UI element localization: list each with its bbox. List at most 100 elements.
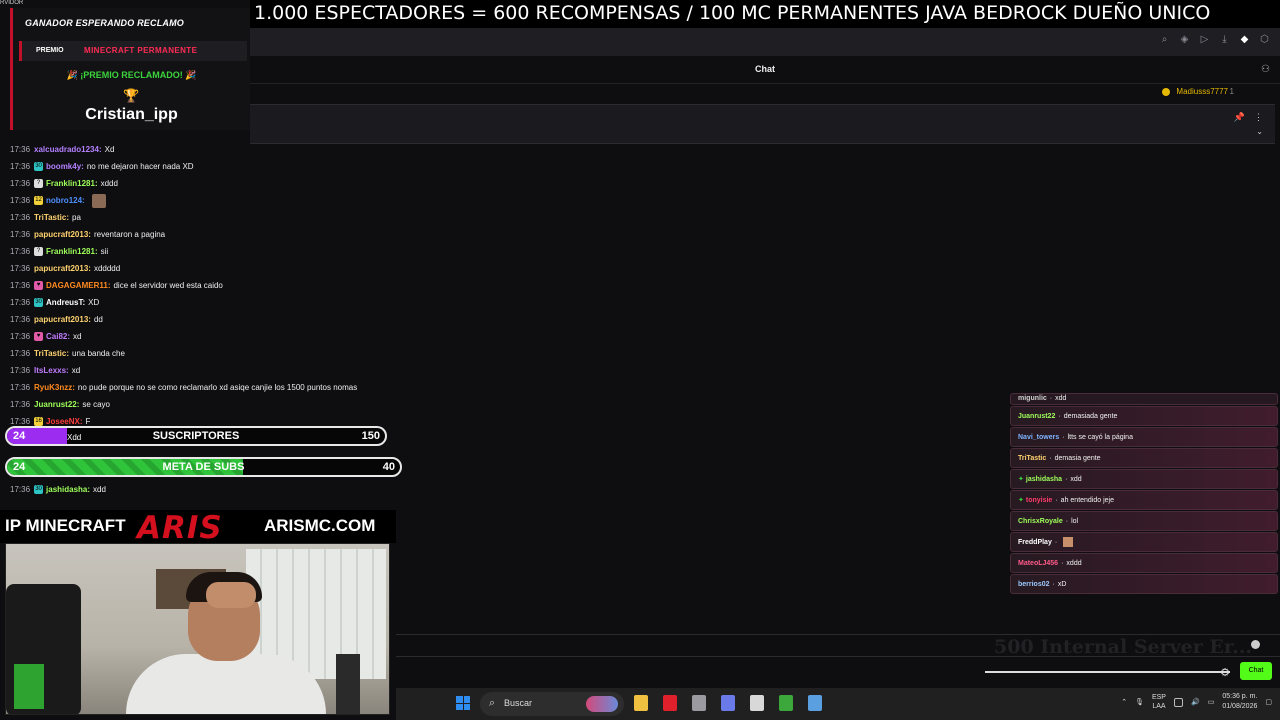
- message-text: xd: [73, 331, 82, 341]
- ip-label: IP MINECRAFT: [5, 516, 126, 535]
- separator: ·: [1055, 497, 1058, 504]
- message-username[interactable]: TriTastic:: [34, 212, 69, 224]
- message-username[interactable]: papucraft2013:: [34, 229, 91, 241]
- play-icon[interactable]: ▷: [1199, 34, 1210, 45]
- chat-message: 17:36 30 jashidasha: xdd: [10, 481, 410, 498]
- chat-send-button[interactable]: Chat: [1240, 662, 1272, 680]
- toolbar-icons: ⌕ ◈ ▷ ⤓ ◆ ⬡: [1159, 34, 1270, 45]
- cube-icon[interactable]: ⬡: [1259, 34, 1270, 45]
- extension-icon[interactable]: ◆: [1239, 34, 1250, 45]
- message-username[interactable]: xalcuadrado1234:: [34, 144, 102, 156]
- clock-date: 01/08/2026: [1222, 703, 1258, 710]
- chevron-down-icon[interactable]: ⌄: [1256, 127, 1263, 136]
- message-username[interactable]: Cai82:: [46, 331, 70, 343]
- chevron-up-icon[interactable]: ⌃: [1121, 698, 1127, 706]
- emoji-icon[interactable]: [1251, 640, 1260, 649]
- overlay-text: ah entendido jeje: [1060, 497, 1114, 504]
- message-username[interactable]: nobro124:: [46, 195, 85, 207]
- message-username[interactable]: TriTastic:: [34, 348, 69, 360]
- message-username[interactable]: Juanrust22:: [34, 399, 79, 411]
- taskbar-app-icon[interactable]: [808, 695, 822, 711]
- language-indicator[interactable]: ESP LAA: [1152, 693, 1166, 711]
- separator: ·: [1065, 476, 1068, 483]
- taskbar-app-icon[interactable]: [634, 695, 648, 711]
- server-ip-banner: IP MINECRAFT ARIS ARISMC.COM: [0, 510, 396, 546]
- message-timestamp: 17:36: [10, 263, 31, 273]
- message-text: xdd: [93, 484, 106, 494]
- chat-message: 17:36 papucraft2013: xddddd: [10, 260, 410, 277]
- server-label: RVIDOR: [0, 0, 24, 6]
- shield-icon[interactable]: ◈: [1179, 34, 1190, 45]
- creeper-plush: [14, 664, 44, 709]
- message-text: reventaron a pagina: [93, 229, 166, 239]
- message-text: sii: [100, 246, 109, 256]
- subscriber-badge-icon: 12: [34, 196, 44, 205]
- message-username[interactable]: Franklin1281:: [46, 246, 98, 258]
- taskbar-app-icon[interactable]: [721, 695, 735, 711]
- server-domain: ARISMC.COM: [264, 516, 376, 535]
- message-username[interactable]: papucraft2013:: [34, 263, 91, 275]
- battery-icon[interactable]: ▭: [1208, 698, 1215, 706]
- taskbar-app-icon[interactable]: [779, 695, 793, 711]
- taskbar-app-icon[interactable]: [692, 695, 706, 711]
- message-username[interactable]: RyuK3nzz:: [34, 382, 75, 394]
- subscribers-label: SUSCRIPTORES: [152, 430, 240, 442]
- message-timestamp: 17:36: [10, 229, 31, 239]
- microphone-icon[interactable]: 🎙: [1135, 698, 1144, 706]
- taskbar-search[interactable]: ⌕ Buscar: [480, 692, 624, 716]
- sub-goal-bar: 24 META DE SUBS 40: [5, 457, 402, 477]
- network-icon[interactable]: [1173, 697, 1183, 707]
- message-username[interactable]: boomk4y:: [46, 161, 84, 173]
- message-timestamp: 17:36: [10, 144, 31, 154]
- left-edge: RVIDOR: [0, 0, 23, 140]
- overlay-username: TriTastic: [1018, 455, 1047, 462]
- chat-message: 17:36 12 nobro124:: [10, 192, 410, 209]
- message-timestamp: 17:36: [10, 212, 31, 222]
- claimed-text: 🎉 ¡PREMIO RECLAMADO! 🎉: [66, 70, 197, 80]
- overlay-username: tonyisie: [1025, 497, 1053, 504]
- separator: ·: [1052, 581, 1055, 588]
- more-icon[interactable]: ⋮: [1254, 112, 1263, 123]
- message-username[interactable]: Franklin1281:: [46, 178, 98, 190]
- users-icon[interactable]: ⚇: [1261, 64, 1270, 75]
- overlay-username: migunlic: [1018, 395, 1047, 402]
- overlay-chat-message: ✦ tonyisie · ah entendido jeje: [1010, 490, 1278, 510]
- message-text: una banda che: [72, 348, 125, 358]
- pinned-message[interactable]: 📌 ⋮ ⌄: [250, 104, 1275, 144]
- message-username[interactable]: jashidasha:: [46, 484, 90, 496]
- download-icon[interactable]: ⤓: [1219, 34, 1230, 45]
- taskbar-app-icon[interactable]: [750, 695, 764, 711]
- clock[interactable]: 05:36 p. m. 01/08/2026: [1222, 692, 1257, 712]
- chat-message: 17:36? Franklin1281: xddd: [10, 175, 410, 192]
- taskbar-app-icon[interactable]: [663, 695, 677, 711]
- message-username[interactable]: ItsLexxs:: [34, 365, 69, 377]
- message-username[interactable]: AndreusT:: [46, 297, 85, 309]
- gear-icon[interactable]: ⚙: [1220, 666, 1230, 679]
- overlay-username: ChrisxRoyale: [1018, 518, 1063, 525]
- separator: ·: [1049, 395, 1053, 402]
- search-icon[interactable]: ⌕: [1159, 34, 1170, 45]
- trophy-icon: 🏆: [123, 88, 140, 103]
- sub-goal-label: META DE SUBS: [162, 461, 245, 473]
- volume-slider[interactable]: [985, 671, 1230, 673]
- volume-icon[interactable]: 🔊: [1191, 698, 1200, 706]
- overlay-text: demasia gente: [1054, 455, 1101, 462]
- separator: ·: [1054, 539, 1058, 546]
- message-username[interactable]: DAGAGAMER11:: [46, 280, 110, 292]
- message-timestamp: 17:36: [10, 365, 31, 375]
- message-timestamp: 17:36: [10, 246, 31, 256]
- notification-icon[interactable]: ▢: [1265, 698, 1272, 706]
- chat-input[interactable]: 500 Internal Server Er...: [396, 634, 1280, 658]
- windows-start-icon[interactable]: [456, 696, 470, 710]
- lang-bottom: LAA: [1152, 703, 1166, 710]
- message-text: xd: [71, 365, 81, 375]
- pin-icon[interactable]: 📌: [1234, 112, 1245, 123]
- taskbar-apps: [634, 695, 822, 711]
- prize-label: PREMIO: [36, 47, 64, 54]
- chat-message: 17:36 xalcuadrado1234: Xd: [10, 141, 410, 158]
- message-username[interactable]: papucraft2013:: [34, 314, 91, 326]
- gifter-name[interactable]: Madiusss7777: [1176, 87, 1228, 96]
- message-timestamp: 17:36: [10, 178, 31, 188]
- overlay-chat-message: Navi_towers · ltts se cayó la página: [1010, 427, 1278, 447]
- message-timestamp: 17:36: [10, 280, 31, 290]
